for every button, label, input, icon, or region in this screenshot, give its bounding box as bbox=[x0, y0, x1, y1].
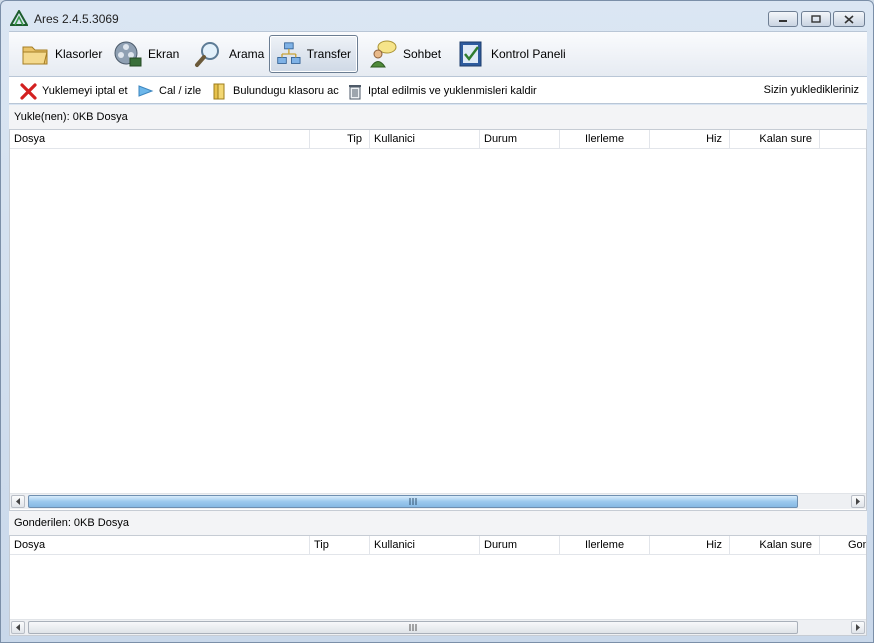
uploads-hscrollbar[interactable] bbox=[10, 619, 866, 635]
column-header-empty bbox=[820, 130, 866, 149]
tab-arama[interactable]: Arama bbox=[187, 35, 271, 73]
scroll-left-button[interactable] bbox=[11, 495, 25, 508]
tab-sohbet[interactable]: Sohbet bbox=[361, 35, 448, 73]
main-toolbar: Klasorler Ekran Arama Transfer Sohbet Ko… bbox=[9, 31, 867, 76]
minimize-icon bbox=[779, 20, 787, 22]
chevron-left-icon bbox=[16, 624, 20, 631]
close-icon bbox=[844, 14, 854, 24]
column-header-durum[interactable]: Durum bbox=[480, 130, 560, 149]
column-header-tip[interactable]: Tip bbox=[310, 536, 370, 555]
tab-label: Klasorler bbox=[55, 47, 103, 61]
chevron-left-icon bbox=[16, 498, 20, 505]
column-header-durum[interactable]: Durum bbox=[480, 536, 560, 555]
close-button[interactable] bbox=[833, 11, 865, 27]
grip-icon bbox=[409, 624, 416, 631]
cancel-upload-label: Yuklemeyi iptal et bbox=[42, 85, 128, 97]
film-reel-icon bbox=[114, 41, 142, 67]
column-header-kalan-sure[interactable]: Kalan sure bbox=[730, 536, 820, 555]
column-header-tip[interactable]: Tip bbox=[310, 130, 370, 149]
downloads-hscrollbar[interactable] bbox=[10, 493, 866, 509]
tab-transfer[interactable]: Transfer bbox=[269, 35, 358, 73]
tab-label: Transfer bbox=[306, 47, 351, 61]
column-header-kalan-sure[interactable]: Kalan sure bbox=[730, 130, 820, 149]
open-folder-label: Bulundugu klasoru ac bbox=[233, 85, 339, 97]
tab-ekran[interactable]: Ekran bbox=[106, 35, 186, 73]
scroll-left-button[interactable] bbox=[11, 621, 25, 634]
column-header-dosya[interactable]: Dosya bbox=[10, 130, 310, 149]
minimize-button[interactable] bbox=[768, 11, 798, 27]
column-header-kullanici[interactable]: Kullanici bbox=[370, 536, 480, 555]
remove-cancelled-button[interactable]: Iptal edilmis ve yuklenmisleri kaldir bbox=[347, 82, 537, 100]
column-header-hiz[interactable]: Hiz bbox=[650, 536, 730, 555]
restore-icon bbox=[811, 15, 821, 23]
scroll-right-button[interactable] bbox=[851, 621, 865, 634]
column-header-ilerleme[interactable]: Ilerleme bbox=[560, 536, 650, 555]
red-x-icon bbox=[20, 82, 37, 100]
window-title: Ares 2.4.5.3069 bbox=[34, 12, 119, 26]
tab-label: Arama bbox=[229, 47, 265, 61]
downloads-list-header: Dosya Tip Kullanici Durum Ilerleme Hiz K… bbox=[10, 130, 866, 149]
scroll-right-button[interactable] bbox=[851, 495, 865, 508]
app-window: Ares 2.4.5.3069 Klasorler Ekran Arama Tr… bbox=[0, 0, 874, 643]
scroll-thumb[interactable] bbox=[28, 495, 798, 508]
column-header-hiz[interactable]: Hiz bbox=[650, 130, 730, 149]
chevron-right-icon bbox=[856, 624, 860, 631]
column-header-dosya[interactable]: Dosya bbox=[10, 536, 310, 555]
folder-icon bbox=[22, 46, 48, 65]
tab-label: Ekran bbox=[148, 47, 180, 61]
ares-logo-icon bbox=[10, 10, 28, 26]
trash-icon bbox=[349, 84, 361, 99]
open-folder-button[interactable]: Bulundugu klasoru ac bbox=[212, 82, 339, 100]
uploads-list-header: Dosya Tip Kullanici Durum Ilerleme Hiz K… bbox=[10, 536, 866, 555]
your-uploads-link[interactable]: Sizin yukledikleriniz bbox=[764, 84, 859, 96]
transfer-action-bar: Yuklemeyi iptal et Cal / izle Bulundugu … bbox=[9, 76, 867, 104]
chat-users-icon bbox=[370, 40, 397, 68]
tab-kontrol-paneli[interactable]: Kontrol Paneli bbox=[449, 35, 573, 73]
open-folder-icon bbox=[213, 83, 225, 99]
uploads-summary: Gonderilen: 0KB Dosya bbox=[9, 511, 867, 535]
downloads-list[interactable]: Dosya Tip Kullanici Durum Ilerleme Hiz K… bbox=[9, 129, 867, 511]
remove-cancelled-label: Iptal edilmis ve yuklenmisleri kaldir bbox=[368, 85, 537, 97]
scroll-thumb[interactable] bbox=[28, 621, 798, 634]
cancel-upload-button[interactable]: Yuklemeyi iptal et bbox=[20, 82, 128, 100]
title-bar: Ares 2.4.5.3069 bbox=[1, 1, 873, 31]
play-button[interactable]: Cal / izle bbox=[137, 82, 201, 100]
network-transfer-icon bbox=[277, 42, 301, 64]
column-header-ilerleme[interactable]: Ilerleme bbox=[560, 130, 650, 149]
play-icon bbox=[138, 85, 154, 97]
grip-icon bbox=[409, 498, 416, 505]
downloads-summary: Yukle(nen): 0KB Dosya bbox=[9, 105, 867, 129]
chevron-right-icon bbox=[856, 498, 860, 505]
tab-klasorler[interactable]: Klasorler bbox=[13, 35, 109, 73]
control-panel-icon bbox=[459, 41, 482, 67]
column-header-gon[interactable]: Gon bbox=[820, 536, 866, 555]
tab-label: Sohbet bbox=[403, 47, 442, 61]
column-header-kullanici[interactable]: Kullanici bbox=[370, 130, 480, 149]
restore-button[interactable] bbox=[801, 11, 831, 27]
magnifier-icon bbox=[195, 42, 219, 67]
uploads-list[interactable]: Dosya Tip Kullanici Durum Ilerleme Hiz K… bbox=[9, 535, 867, 636]
tab-label: Kontrol Paneli bbox=[491, 47, 566, 61]
play-label: Cal / izle bbox=[159, 85, 202, 97]
